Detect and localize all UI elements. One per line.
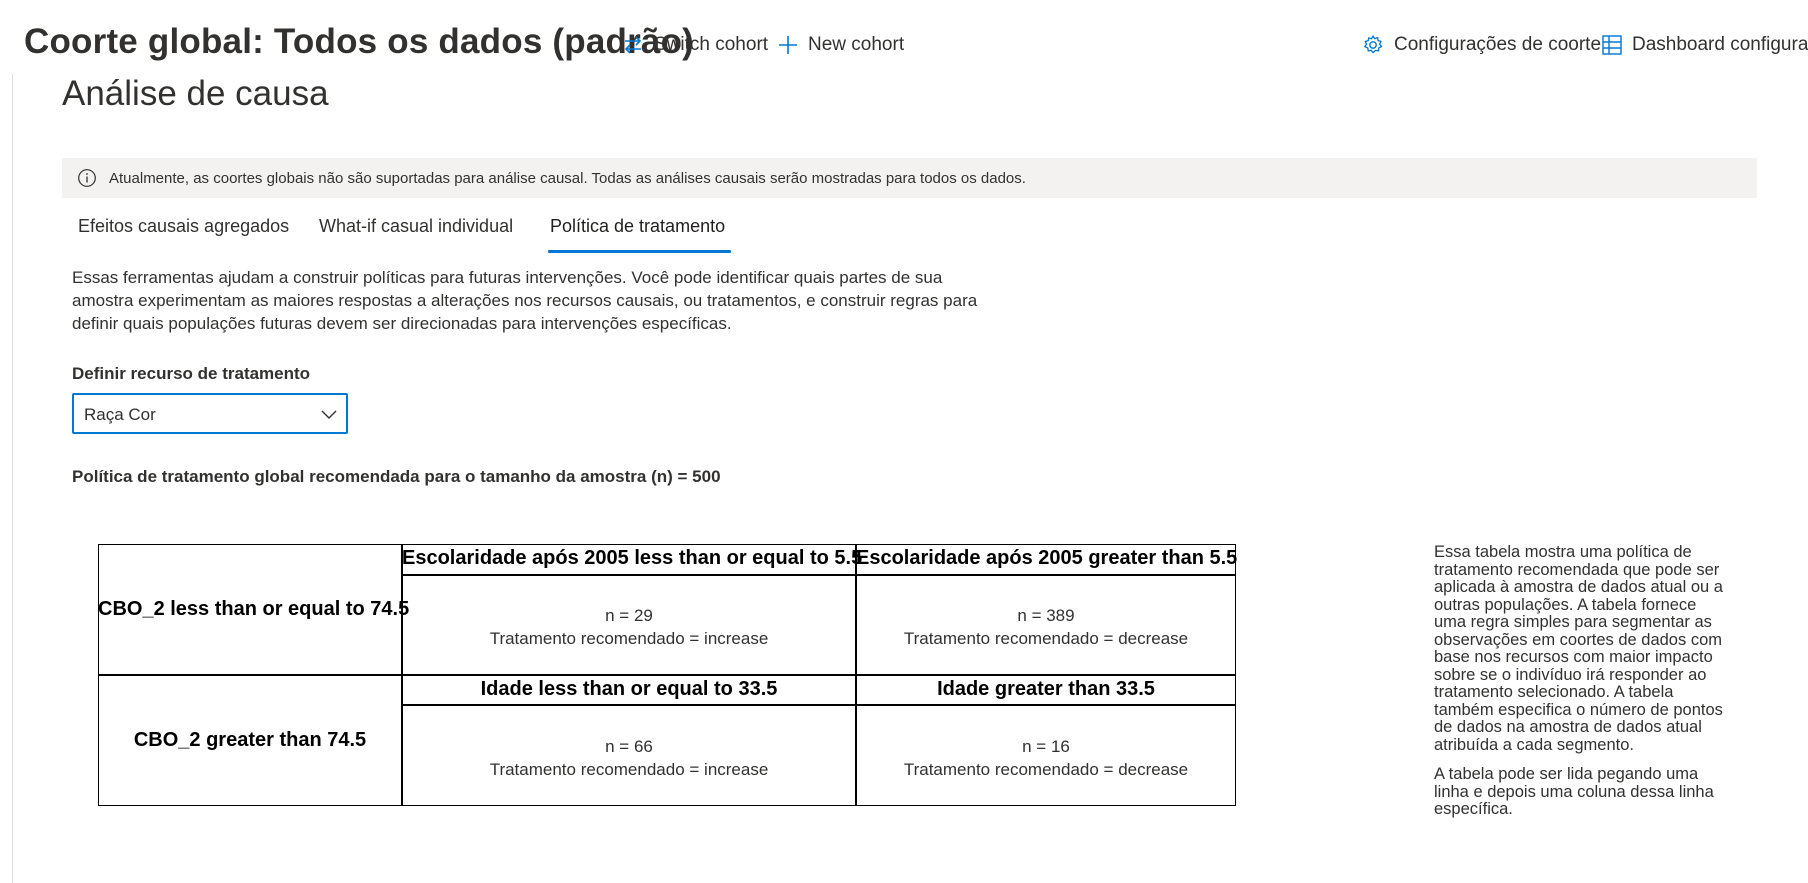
policy-row-label: CBO_2 less than or equal to 74.5 bbox=[98, 598, 410, 620]
policy-heading: Política de tratamento global recomendad… bbox=[72, 467, 721, 486]
switch-icon bbox=[624, 36, 642, 54]
cohort-settings-label: Configurações de coorte bbox=[1394, 34, 1602, 55]
tab-individual-what-if[interactable]: What-if casual individual bbox=[319, 210, 513, 254]
policy-leaf: n = 66 Tratamento recomendado = increase bbox=[402, 735, 856, 781]
leaf-count: n = 16 bbox=[1022, 737, 1070, 756]
cohort-title: Coorte global: Todos os dados (padrão) bbox=[24, 22, 695, 61]
table-divider bbox=[401, 704, 1236, 706]
panel-divider bbox=[12, 74, 13, 883]
info-banner: Atualmente, as coortes globais não são s… bbox=[62, 158, 1757, 198]
leaf-treatment: Tratamento recomendado = decrease bbox=[903, 629, 1189, 648]
dashboard-config-button[interactable]: Dashboard configuratio bbox=[1602, 30, 1808, 60]
policy-column-header: Idade greater than 33.5 bbox=[937, 678, 1155, 700]
policy-column-header: Escolaridade após 2005 less than or equa… bbox=[402, 547, 863, 569]
leaf-treatment: Tratamento recomendado = increase bbox=[489, 760, 769, 779]
table-icon bbox=[1602, 35, 1622, 55]
leaf-count: n = 29 bbox=[605, 606, 653, 625]
cohort-settings-button[interactable]: Configurações de coorte bbox=[1362, 30, 1601, 60]
new-cohort-button[interactable]: New cohort bbox=[778, 30, 904, 60]
gear-icon bbox=[1364, 35, 1383, 54]
switch-cohort-button[interactable]: Switch cohort bbox=[622, 30, 768, 60]
tab-aggregate-effects[interactable]: Efeitos causais agregados bbox=[78, 210, 289, 254]
treatment-feature-value: Raça Cor bbox=[84, 405, 156, 424]
table-divider bbox=[401, 574, 1236, 576]
treatment-feature-dropdown[interactable]: Raça Cor bbox=[72, 393, 348, 434]
info-banner-text: Atualmente, as coortes globais não são s… bbox=[109, 169, 1026, 187]
policy-explanation-paragraph: Essa tabela mostra uma política de trata… bbox=[1434, 543, 1723, 754]
table-divider bbox=[98, 674, 1236, 676]
leaf-count: n = 389 bbox=[1017, 606, 1075, 625]
dashboard-config-label: Dashboard configuratio bbox=[1632, 34, 1808, 55]
chevron-down-icon bbox=[321, 410, 337, 419]
switch-cohort-label: Switch cohort bbox=[654, 34, 769, 55]
policy-leaf: n = 389 Tratamento recomendado = decreas… bbox=[856, 604, 1236, 650]
info-icon bbox=[78, 169, 96, 187]
selected-tab-indicator bbox=[548, 250, 731, 253]
plus-icon bbox=[779, 36, 797, 54]
leaf-count: n = 66 bbox=[605, 737, 653, 756]
policy-column-header: Escolaridade após 2005 greater than 5.5 bbox=[856, 547, 1238, 569]
treatment-feature-label: Definir recurso de tratamento bbox=[72, 364, 311, 383]
page-title: Análise de causa bbox=[62, 74, 329, 113]
tab-treatment-policy[interactable]: Política de tratamento bbox=[550, 210, 725, 254]
policy-explanation: Essa tabela mostra uma política de trata… bbox=[1434, 543, 1724, 831]
policy-column-header: Idade less than or equal to 33.5 bbox=[480, 678, 778, 700]
policy-leaf: n = 29 Tratamento recomendado = increase bbox=[402, 604, 856, 650]
leaf-treatment: Tratamento recomendado = increase bbox=[489, 629, 769, 648]
new-cohort-label: New cohort bbox=[808, 34, 905, 55]
treatment-policy-description: Essas ferramentas ajudam a construir pol… bbox=[72, 268, 978, 333]
policy-row-label: CBO_2 greater than 74.5 bbox=[133, 729, 367, 751]
policy-tree-table: CBO_2 less than or equal to 74.5 Escolar… bbox=[98, 544, 1238, 806]
leaf-treatment: Tratamento recomendado = decrease bbox=[903, 760, 1189, 779]
policy-explanation-paragraph: A tabela pode ser lida pegando uma linha… bbox=[1434, 765, 1714, 818]
policy-leaf: n = 16 Tratamento recomendado = decrease bbox=[856, 735, 1236, 781]
